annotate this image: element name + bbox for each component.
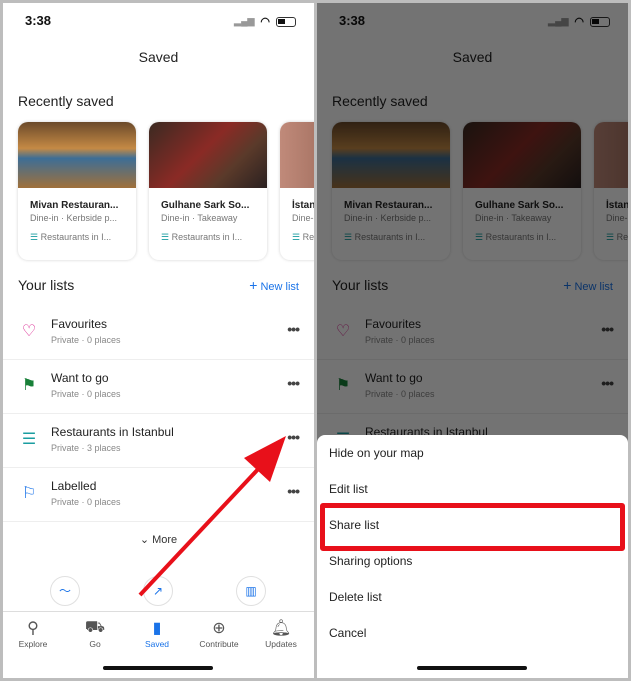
annotation-arrow (138, 436, 286, 597)
share-list-highlight (320, 503, 625, 551)
